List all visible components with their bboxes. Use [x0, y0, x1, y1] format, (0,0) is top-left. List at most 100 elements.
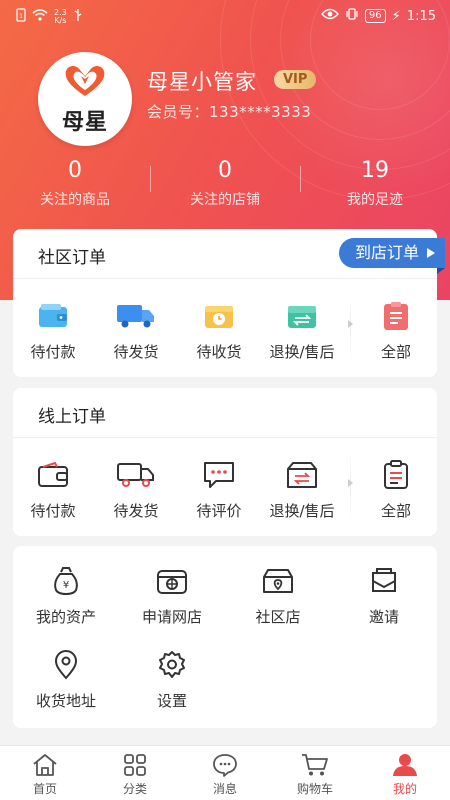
- home-icon: [0, 752, 90, 778]
- cart-icon: [270, 752, 360, 778]
- battery-indicator: 96: [364, 9, 386, 23]
- stat-followed-stores[interactable]: 0 关注的店铺: [150, 158, 300, 212]
- tools-grid: ¥ 我的资产 申请网店 社区店 邀请 收货地址 设置: [13, 546, 437, 728]
- tool-label: 邀请: [368, 608, 399, 626]
- stats-row: 0 关注的商品 0 关注的店铺 19 我的足迹: [0, 158, 450, 212]
- stat-label: 关注的商品: [40, 192, 110, 208]
- clipboard-icon: [356, 301, 436, 331]
- tool-settings[interactable]: 设置: [119, 650, 225, 711]
- vibrate-icon: [345, 8, 359, 24]
- eye-icon: [320, 8, 339, 24]
- clock: 1:15: [406, 8, 436, 24]
- usb-icon: [73, 8, 83, 26]
- order-pending-payment[interactable]: 待付款: [13, 460, 93, 521]
- order-label: 全部: [380, 502, 411, 520]
- order-status-row: 待付款 待发货 待收货 退换/售后 全部: [13, 279, 437, 377]
- wallet-icon: [13, 301, 93, 331]
- message-icon: [180, 752, 270, 778]
- stat-label: 关注的店铺: [190, 192, 260, 208]
- tool-label: 社区店: [255, 608, 301, 626]
- order-pending-payment[interactable]: 待付款: [13, 301, 93, 362]
- truck-icon: [96, 460, 176, 490]
- order-pending-review[interactable]: 待评价: [179, 460, 259, 521]
- clipboard-icon: [356, 460, 436, 490]
- comment-icon: [179, 460, 259, 490]
- chevron-right-icon: [348, 479, 353, 487]
- truck-icon: [96, 301, 176, 331]
- community-store-icon: [225, 566, 331, 596]
- gear-icon: [119, 650, 225, 680]
- stat-footprints[interactable]: 19 我的足迹: [300, 158, 450, 212]
- tool-my-assets[interactable]: ¥ 我的资产: [13, 566, 119, 627]
- tab-home[interactable]: 首页: [0, 746, 90, 800]
- exchange-box-icon: [262, 460, 342, 490]
- order-pending-receipt[interactable]: 待收货: [179, 301, 259, 362]
- order-pending-shipment[interactable]: 待发货: [96, 301, 176, 362]
- wallet-icon: [13, 460, 93, 490]
- stat-value: 19: [361, 158, 389, 183]
- stat-value: 0: [68, 158, 82, 183]
- tab-label: 分类: [122, 782, 147, 796]
- order-label: 待发货: [113, 502, 159, 520]
- card-header: 线上订单: [13, 388, 437, 438]
- tool-address[interactable]: 收货地址: [13, 650, 119, 711]
- order-label: 待收货: [196, 343, 242, 361]
- tool-label: 设置: [156, 692, 187, 710]
- wifi-icon: [32, 9, 48, 25]
- order-return-service[interactable]: 退换/售后: [262, 460, 342, 521]
- avatar[interactable]: 母星: [38, 52, 132, 146]
- card-header: 社区订单 到店订单: [13, 229, 446, 279]
- svg-text:1: 1: [19, 13, 23, 20]
- tab-me[interactable]: 我的: [360, 746, 450, 800]
- network-speed: 2.3 K/s: [54, 8, 67, 25]
- money-bag-icon: ¥: [13, 566, 119, 596]
- card-title: 线上订单: [38, 407, 106, 427]
- vip-badge[interactable]: VIP: [274, 70, 317, 89]
- order-label: 退换/售后: [269, 502, 335, 520]
- user-icon: [360, 752, 450, 778]
- chevron-right-icon: [348, 320, 353, 328]
- order-label: 全部: [380, 343, 411, 361]
- category-icon: [90, 752, 180, 778]
- tool-label: 我的资产: [35, 608, 96, 626]
- svg-text:¥: ¥: [63, 580, 69, 591]
- order-label: 待付款: [30, 343, 76, 361]
- tab-cart[interactable]: 购物车: [270, 746, 360, 800]
- stat-label: 我的足迹: [347, 192, 403, 208]
- order-all[interactable]: 全部: [356, 301, 436, 362]
- shop-icon: [119, 566, 225, 596]
- tool-community-store[interactable]: 社区店: [225, 566, 331, 627]
- order-label: 待评价: [196, 502, 242, 520]
- tool-label: 申请网店: [141, 608, 202, 626]
- stat-value: 0: [218, 158, 232, 183]
- order-pending-shipment[interactable]: 待发货: [96, 460, 176, 521]
- avatar-logo-text: 母星: [61, 110, 108, 135]
- order-label: 待发货: [113, 343, 159, 361]
- stat-followed-products[interactable]: 0 关注的商品: [0, 158, 150, 212]
- tab-label: 消息: [212, 782, 237, 796]
- order-label: 退换/售后: [269, 343, 335, 361]
- location-icon: [13, 650, 119, 680]
- invite-icon: [331, 566, 437, 596]
- card-title: 社区订单: [38, 248, 106, 268]
- tool-invite[interactable]: 邀请: [331, 566, 437, 627]
- order-return-service[interactable]: 退换/售后: [262, 301, 342, 362]
- exchange-box-icon: [262, 301, 342, 331]
- store-orders-button[interactable]: 到店订单: [338, 238, 446, 274]
- tab-label: 购物车: [296, 782, 333, 796]
- online-orders-card: 线上订单 待付款 待发货 待评价 退换/售后 全部: [13, 388, 437, 536]
- package-clock-icon: [179, 301, 259, 331]
- logo-heart-icon: [60, 62, 110, 102]
- tool-apply-shop[interactable]: 申请网店: [119, 566, 225, 627]
- order-label: 待付款: [30, 502, 76, 520]
- tool-label: 收货地址: [35, 692, 96, 710]
- order-all[interactable]: 全部: [356, 460, 436, 521]
- tab-label: 首页: [32, 782, 57, 796]
- charging-icon: ⚡: [391, 8, 401, 24]
- community-orders-card: 社区订单 到店订单 待付款 待发货 待收货 退换/售后 全部: [13, 229, 446, 377]
- order-status-row: 待付款 待发货 待评价 退换/售后 全部: [13, 438, 437, 536]
- tab-messages[interactable]: 消息: [180, 746, 270, 800]
- tab-category[interactable]: 分类: [90, 746, 180, 800]
- tab-label: 我的: [392, 782, 417, 796]
- member-number: 会员号：133****3333: [147, 103, 312, 121]
